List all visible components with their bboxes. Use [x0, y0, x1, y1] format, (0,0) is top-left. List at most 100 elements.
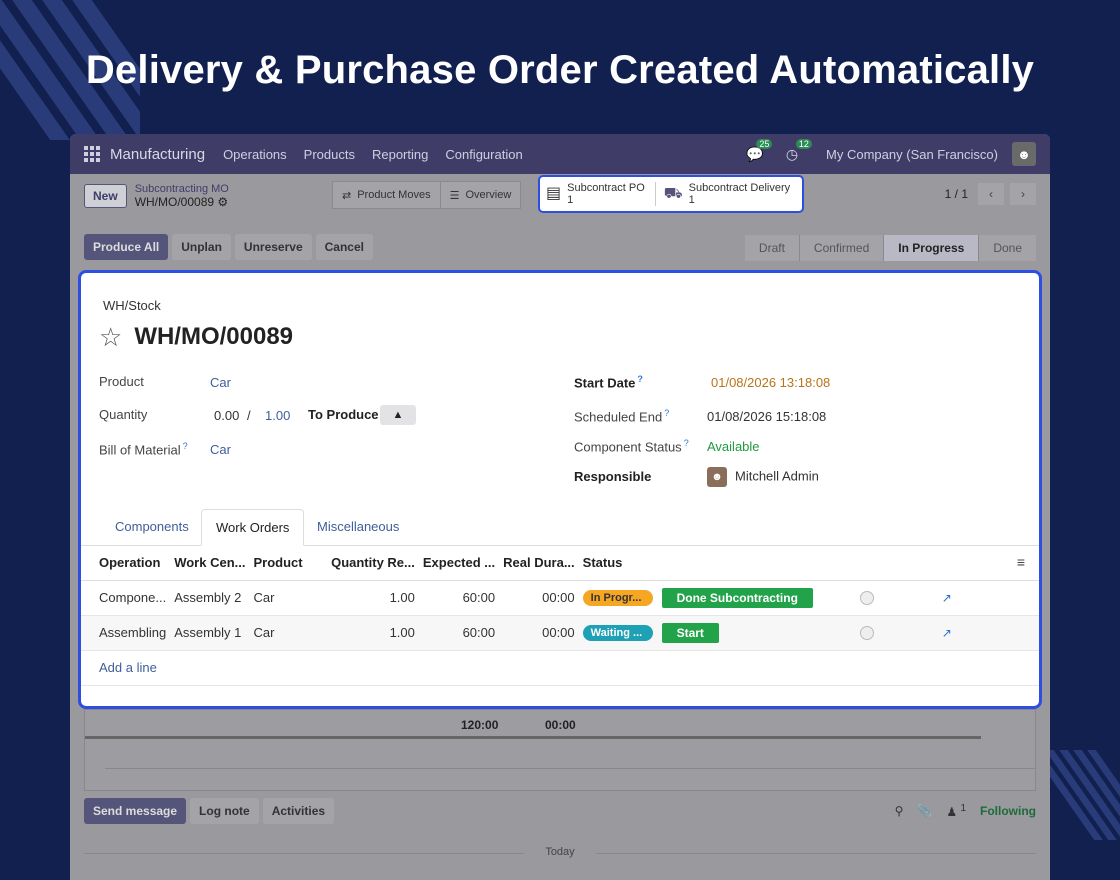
followers-count: 1: [960, 803, 966, 814]
col-expected-duration[interactable]: Expected ...: [418, 545, 500, 581]
start-button[interactable]: Start: [661, 622, 719, 643]
mo-form-sheet: WH/Stock ☆ WH/MO/00089 Product Car Quant…: [78, 270, 1042, 709]
scheduled-end-label: Scheduled End?: [574, 408, 670, 425]
add-line-link[interactable]: Add a line: [99, 660, 157, 675]
overview-label: Overview: [465, 189, 512, 201]
row-quantity: 1.00: [327, 580, 419, 616]
chart-icon[interactable]: ▲: [380, 405, 416, 425]
chat-icon[interactable]: 💬 25: [746, 138, 773, 163]
unplan-button[interactable]: Unplan: [172, 234, 231, 260]
nav-app-name[interactable]: Manufacturing: [110, 146, 205, 163]
activity-clock-icon[interactable]: ◷ 12: [786, 138, 812, 163]
row-work-center: Assembly 1: [170, 615, 250, 651]
activities-button[interactable]: Activities: [262, 798, 335, 824]
table-row[interactable]: Compone... Assembly 2 Car 1.00 60:00 00:…: [81, 580, 1039, 616]
pager-value: 1 / 1: [944, 187, 968, 201]
stage-confirmed[interactable]: Confirmed: [799, 235, 885, 261]
nav-reporting[interactable]: Reporting: [372, 147, 428, 162]
user-avatar[interactable]: ☻: [1012, 142, 1036, 166]
col-real-duration[interactable]: Real Dura...: [499, 545, 579, 581]
bom-field[interactable]: Car: [210, 442, 231, 457]
subcontract-smart-buttons: ▤ Subcontract PO 1 ⛟ Subcontract Delivery…: [538, 175, 804, 213]
breadcrumb-current: WH/MO/00089: [134, 194, 215, 209]
pager-prev-icon[interactable]: ‹: [978, 183, 1004, 205]
breadcrumb: Subcontracting MO WH/MO/00089 ⚙: [135, 183, 229, 209]
nav-operations[interactable]: Operations: [223, 147, 287, 162]
bom-label: Bill of Material?: [99, 441, 188, 458]
row-expected: 60:00: [418, 580, 500, 616]
table-row[interactable]: Assembling Assembly 1 Car 1.00 60:00 00:…: [81, 615, 1039, 651]
divider: [105, 768, 1035, 769]
external-link-icon[interactable]: ↗: [942, 626, 952, 640]
tab-miscellaneous[interactable]: Miscellaneous: [303, 509, 413, 546]
pager: 1 / 1 ‹ ›: [945, 183, 1036, 205]
product-moves-button[interactable]: ⇄ Product Moves: [332, 181, 441, 209]
search-icon[interactable]: ⚲: [895, 804, 904, 818]
subcontract-delivery-count: 1: [688, 194, 695, 206]
stage-done[interactable]: Done: [979, 235, 1036, 261]
row-operation: Assembling: [81, 615, 171, 651]
star-icon[interactable]: ☆: [99, 324, 122, 350]
row-real: 00:00: [499, 615, 579, 651]
subcontract-delivery-button[interactable]: ⛟ Subcontract Delivery 1: [654, 182, 790, 206]
col-product[interactable]: Product: [249, 545, 328, 581]
tab-work-orders[interactable]: Work Orders: [201, 509, 305, 546]
activity-count-badge: 12: [795, 138, 812, 149]
quantity-produced-field[interactable]: 0.00: [214, 408, 239, 423]
produce-all-button[interactable]: Produce All: [84, 234, 169, 260]
location-label: WH/Stock: [103, 298, 161, 313]
row-product: Car: [249, 615, 328, 651]
page-headline: Delivery & Purchase Order Created Automa…: [85, 48, 1035, 92]
subcontract-po-label: Subcontract PO: [567, 182, 645, 194]
row-work-center: Assembly 2: [170, 580, 250, 616]
followers-button[interactable]: ♟ 1: [946, 803, 966, 819]
optional-columns-icon[interactable]: ≡: [1017, 554, 1025, 570]
col-work-center[interactable]: Work Cen...: [170, 545, 250, 581]
done-subcontracting-button[interactable]: Done Subcontracting: [661, 587, 813, 608]
action-bar: Produce All Unplan Unreserve Cancel Draf…: [70, 229, 1050, 265]
external-link-icon[interactable]: ↗: [942, 591, 952, 605]
quantity-label: Quantity: [99, 407, 148, 422]
total-real-duration: 00:00: [545, 718, 576, 732]
pager-next-icon[interactable]: ›: [1010, 183, 1036, 205]
col-quantity-remaining[interactable]: Quantity Re...: [327, 545, 419, 581]
stage-draft[interactable]: Draft: [744, 235, 800, 261]
overview-button[interactable]: ☰ Overview: [440, 181, 522, 209]
following-button[interactable]: Following: [980, 804, 1036, 818]
cancel-button[interactable]: Cancel: [315, 234, 373, 260]
stage-in-progress[interactable]: In Progress: [884, 235, 980, 261]
paperclip-icon[interactable]: 📎: [917, 804, 932, 818]
user-icon: ♟: [946, 805, 958, 819]
log-note-button[interactable]: Log note: [190, 798, 259, 824]
status-badge: Waiting ...: [582, 624, 653, 641]
responsible-avatar: ☻: [707, 467, 727, 487]
new-button[interactable]: New: [84, 183, 127, 208]
horizontal-scrollbar[interactable]: [85, 736, 981, 739]
send-message-button[interactable]: Send message: [84, 798, 187, 824]
quantity-to-produce-field[interactable]: 1.00: [265, 408, 290, 423]
scheduled-end-field[interactable]: 01/08/2026 15:18:08: [707, 409, 826, 424]
work-orders-table: Operation Work Cen... Product Quantity R…: [81, 545, 1039, 686]
tab-components[interactable]: Components: [101, 509, 203, 546]
row-expected: 60:00: [418, 615, 500, 651]
unreserve-button[interactable]: Unreserve: [234, 234, 312, 260]
product-field[interactable]: Car: [210, 375, 231, 390]
nav-products[interactable]: Products: [304, 147, 355, 162]
chatter-toolbar: Send message Log note Activities ⚲ 📎 ♟ 1…: [84, 798, 1036, 824]
gear-icon[interactable]: ⚙: [217, 195, 228, 209]
subcontract-po-count: 1: [567, 194, 574, 206]
subcontract-po-button[interactable]: ▤ Subcontract PO 1: [546, 182, 645, 206]
start-date-field[interactable]: 01/08/2026 13:18:08: [711, 375, 830, 390]
nav-configuration[interactable]: Configuration: [445, 147, 522, 162]
chat-count-badge: 25: [756, 138, 773, 149]
responsible-field[interactable]: ☻ Mitchell Admin: [707, 467, 819, 487]
record-title: WH/MO/00089: [134, 323, 294, 350]
row-toggle[interactable]: [859, 626, 874, 641]
company-switcher[interactable]: My Company (San Francisco): [826, 147, 998, 162]
col-status[interactable]: Status: [578, 545, 658, 581]
row-toggle[interactable]: [859, 591, 874, 606]
apps-grid-icon[interactable]: [84, 146, 100, 162]
component-status-value: Available: [707, 439, 760, 454]
responsible-label: Responsible: [574, 469, 652, 484]
col-operation[interactable]: Operation: [81, 545, 171, 581]
